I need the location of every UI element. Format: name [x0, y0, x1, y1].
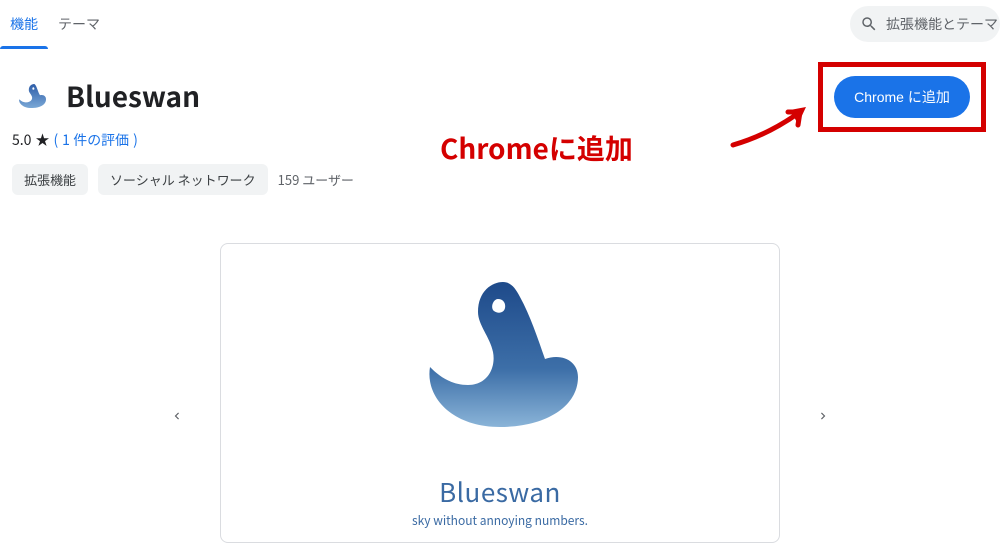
rating-paren-close: ) — [133, 130, 138, 150]
screenshot-gallery: Blueswan sky without annoying numbers. — [200, 243, 800, 543]
app-title: Blueswan — [66, 76, 200, 116]
search-placeholder: 拡張機能とテーマ — [886, 14, 998, 34]
annotation-highlight-box: Chrome に追加 — [818, 62, 986, 132]
gallery-next-button[interactable] — [806, 393, 840, 439]
gallery-logo-title: Blueswan — [439, 473, 561, 510]
gallery-logo-subtitle: sky without annoying numbers. — [412, 512, 588, 529]
add-to-chrome-button[interactable]: Chrome に追加 — [834, 76, 970, 118]
annotation-arrow-icon — [728, 100, 818, 150]
annotation-label: Chromeに追加 — [440, 128, 633, 168]
app-icon — [12, 76, 52, 116]
gallery-prev-button[interactable] — [160, 393, 194, 439]
gallery-frame: Blueswan sky without annoying numbers. — [220, 243, 780, 543]
user-count: 159 ユーザー — [278, 170, 354, 189]
gallery-logo-icon — [400, 267, 600, 467]
search-box[interactable]: 拡張機能とテーマ — [850, 6, 1000, 42]
rating-value: 5.0 — [12, 130, 31, 150]
chevron-right-icon — [816, 409, 830, 423]
chevron-left-icon — [170, 409, 184, 423]
tab-themes[interactable]: テーマ — [48, 0, 110, 48]
top-tabs: 機能 テーマ 拡張機能とテーマ — [0, 0, 1000, 48]
tab-extensions[interactable]: 機能 — [0, 0, 48, 48]
chip-category[interactable]: ソーシャル ネットワーク — [98, 164, 268, 195]
chip-extension[interactable]: 拡張機能 — [12, 164, 88, 195]
rating-paren-open: ( — [53, 130, 58, 150]
search-icon — [860, 15, 878, 33]
rating-count-link[interactable]: 1 件の評価 — [62, 130, 129, 150]
star-icon: ★ — [35, 130, 49, 150]
